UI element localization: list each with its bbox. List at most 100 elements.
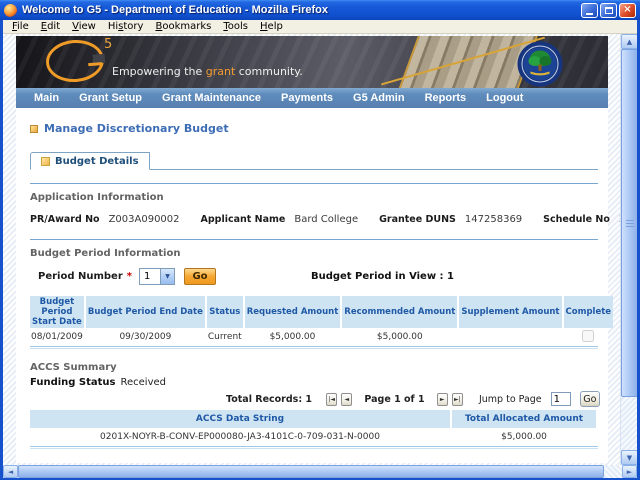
grantee-duns-value: 147258369 (465, 214, 522, 225)
banner-tagline: Empowering the grant community. (112, 65, 303, 78)
cell-supplement-amount (459, 328, 561, 346)
menu-item-file[interactable]: File (6, 21, 35, 32)
period-number-selected-value: 1 (140, 269, 160, 284)
budget-table-footer-lines (30, 346, 598, 349)
last-page-button[interactable]: ►| (452, 393, 463, 406)
funding-status-row: Funding Status Received (30, 377, 600, 388)
period-number-row: Period Number * 1 ▼ Go Budget Period in … (30, 268, 600, 285)
scroll-left-button[interactable]: ◄ (3, 465, 18, 478)
nav-item-grant-setup[interactable]: Grant Setup (69, 92, 152, 104)
maximize-icon (605, 7, 613, 14)
col-total-allocated-amount: Total Allocated Amount (452, 410, 596, 428)
cell-complete (564, 328, 614, 346)
budget-period-in-view: Budget Period in View : 1 (311, 271, 454, 282)
maximize-button[interactable] (600, 3, 617, 18)
scroll-down-button[interactable]: ▼ (621, 450, 637, 465)
section-divider (30, 183, 598, 184)
section-divider (30, 239, 598, 240)
accs-table-header-row: ACCS Data String Total Allocated Amount (30, 410, 596, 428)
chevron-down-icon[interactable]: ▼ (160, 269, 174, 284)
col-status: Status (207, 296, 243, 328)
tagline-highlight: grant (206, 65, 236, 78)
menu-item-bookmarks[interactable]: Bookmarks (149, 21, 217, 32)
pr-award-no-value: Z003A090002 (109, 214, 180, 225)
minimize-icon (586, 13, 593, 15)
funding-status-label: Funding Status (30, 377, 116, 388)
browser-window: Welcome to G5 - Department of Education … (0, 0, 640, 480)
g5-logo-number: 5 (104, 37, 112, 52)
cell-accs-data-string: 0201X-NOYR-B-CONV-EP000080-JA3-4101C-0-7… (30, 428, 450, 446)
grantee-duns-label: Grantee DUNS (379, 214, 456, 225)
main-nav-bar: Main Grant Setup Grant Maintenance Payme… (16, 88, 608, 108)
cell-requested-amount: $5,000.00 (245, 328, 341, 346)
cell-end-date: 09/30/2009 (86, 328, 205, 346)
jump-go-button[interactable]: Go (580, 391, 600, 407)
applicant-name-label: Applicant Name (201, 214, 286, 225)
scroll-left-icon: ◄ (8, 468, 13, 476)
nav-item-logout[interactable]: Logout (476, 92, 533, 104)
vertical-scroll-thumb[interactable] (621, 49, 637, 397)
scroll-up-icon: ▲ (627, 38, 632, 46)
col-supplement-amount: Supplement Amount (459, 296, 561, 328)
menu-item-history[interactable]: History (102, 21, 150, 32)
department-of-education-seal-icon (517, 41, 563, 87)
accs-table: ACCS Data String Total Allocated Amount … (28, 410, 598, 446)
nav-item-payments[interactable]: Payments (271, 92, 343, 104)
g5-banner: 5 Empowering the grant community. (16, 36, 608, 88)
vertical-scrollbar[interactable]: ▲ ▼ (620, 34, 637, 465)
page-indicator: Page 1 of 1 (364, 394, 424, 405)
tab-budget-details[interactable]: Budget Details (30, 152, 150, 170)
accs-table-row: 0201X-NOYR-B-CONV-EP000080-JA3-4101C-0-7… (30, 428, 596, 446)
complete-checkbox[interactable] (582, 330, 594, 342)
application-information-heading: Application Information (30, 192, 600, 203)
period-number-label: Period Number (38, 271, 123, 282)
horizontal-scroll-thumb[interactable] (18, 465, 604, 478)
menu-item-tools[interactable]: Tools (217, 21, 254, 32)
cell-status: Current (207, 328, 243, 346)
applicant-name-value: Bard College (294, 214, 358, 225)
minimize-button[interactable] (581, 3, 598, 18)
nav-item-g5-admin[interactable]: G5 Admin (343, 92, 415, 104)
scroll-up-button[interactable]: ▲ (621, 34, 637, 49)
cell-recommended-amount: $5,000.00 (342, 328, 457, 346)
nav-item-grant-maintenance[interactable]: Grant Maintenance (152, 92, 271, 104)
col-complete: Complete (564, 296, 614, 328)
cell-total-allocated-amount: $5,000.00 (452, 428, 596, 446)
scroll-right-icon: ► (627, 468, 632, 476)
menu-item-view[interactable]: View (66, 21, 102, 32)
page-content: 5 Empowering the grant community. Ma (16, 36, 608, 463)
menu-item-edit[interactable]: Edit (35, 21, 66, 32)
tab-bullet-icon (41, 157, 50, 166)
horizontal-scrollbar[interactable]: ◄ ► (3, 465, 637, 478)
application-information-fields: PR/Award No Z003A090002 Applicant Name B… (30, 214, 600, 225)
first-page-button[interactable]: |◄ (326, 393, 337, 406)
budget-period-table: Budget Period Start Date Budget Period E… (28, 296, 615, 346)
budget-table-header-row: Budget Period Start Date Budget Period E… (30, 296, 613, 328)
first-page-icon: |◄ (328, 396, 335, 403)
nav-item-reports[interactable]: Reports (415, 92, 477, 104)
next-page-button[interactable]: ► (437, 393, 448, 406)
menu-bar: FileEditViewHistoryBookmarksToolsHelp (3, 20, 637, 34)
budget-period-heading: Budget Period Information (30, 248, 600, 259)
required-marker: * (127, 271, 132, 282)
title-bar: Welcome to G5 - Department of Education … (0, 0, 640, 20)
close-button[interactable]: × (619, 3, 636, 18)
total-records: Total Records: 1 (226, 394, 312, 405)
jump-to-page-input[interactable] (551, 392, 571, 406)
previous-page-button[interactable]: ◄ (341, 393, 352, 406)
menu-item-help[interactable]: Help (254, 21, 289, 32)
page-title: Manage Discretionary Budget (30, 122, 600, 135)
page-body: Manage Discretionary Budget Budget Detai… (16, 108, 608, 463)
last-page-icon: ►| (454, 396, 461, 403)
previous-page-icon: ◄ (345, 396, 350, 403)
period-go-button[interactable]: Go (184, 268, 216, 285)
accs-table-footer-lines (30, 446, 598, 449)
scroll-right-button[interactable]: ► (622, 465, 637, 478)
accs-summary-heading: ACCS Summary (30, 362, 600, 373)
period-number-select[interactable]: 1 ▼ (139, 268, 175, 285)
bullet-square-icon (30, 125, 38, 133)
col-recommended-amount: Recommended Amount (342, 296, 457, 328)
budget-table-row: 08/01/2009 09/30/2009 Current $5,000.00 … (30, 328, 613, 346)
col-requested-amount: Requested Amount (245, 296, 341, 328)
nav-item-main[interactable]: Main (24, 92, 69, 104)
